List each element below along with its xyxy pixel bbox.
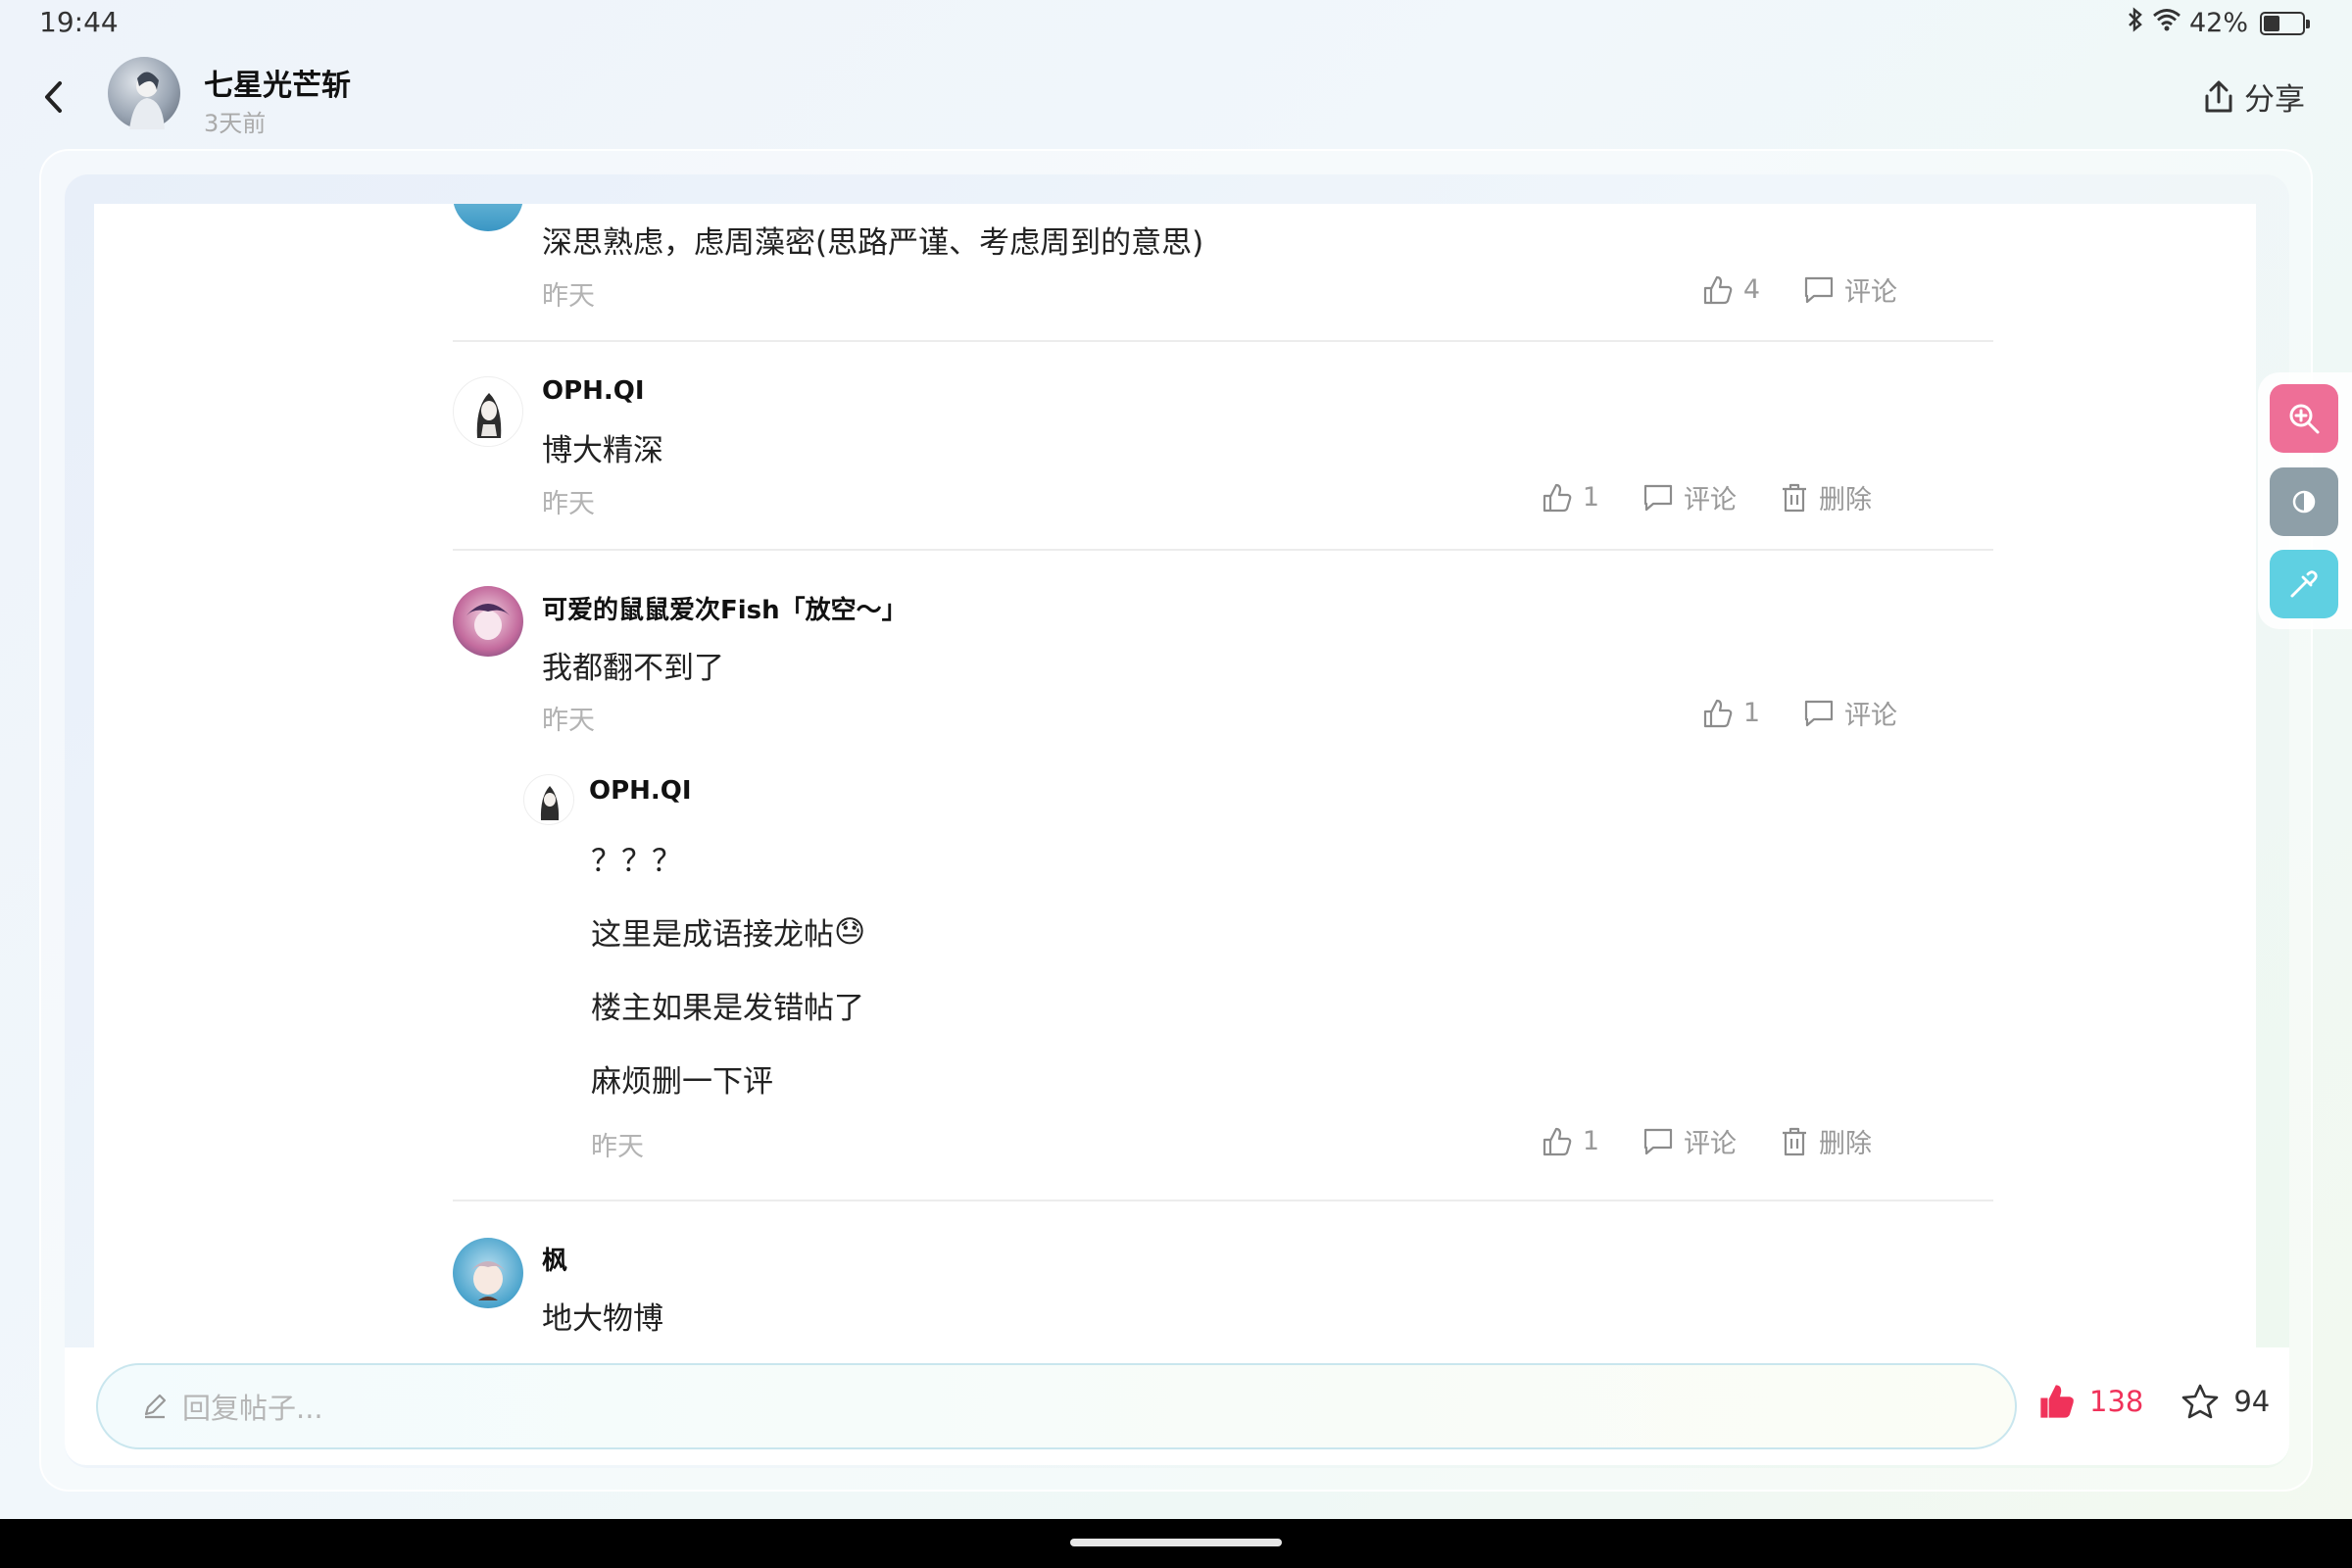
delete-button[interactable]: 删除	[1780, 1122, 1872, 1160]
reply-line: 麻烦删一下评	[591, 1064, 773, 1100]
like-count: 4	[1742, 274, 1760, 305]
share-button[interactable]: 分享	[2203, 74, 2305, 119]
comment-button[interactable]: 评论	[1642, 478, 1737, 516]
comment-button[interactable]: 评论	[1803, 270, 1897, 309]
contrast-button[interactable]	[2270, 467, 2338, 536]
comment-actions: 1 评论 删除	[1508, 478, 1872, 516]
like-button[interactable]: 1	[1542, 482, 1599, 514]
delete-button[interactable]: 删除	[1780, 478, 1872, 516]
comment-text: 深思熟虑，虑周藻密(思路严谨、考虑周到的意思)	[542, 225, 1204, 261]
author-name[interactable]: 七星光芒斩	[204, 61, 351, 104]
reply-line: 这里是成语接龙帖 😓	[591, 909, 865, 954]
comment-icon	[1643, 1128, 1673, 1154]
post-header: 七星光芒斩 3天前 分享	[0, 49, 2352, 147]
like-button[interactable]: 1	[1702, 698, 1760, 729]
status-time: 19:44	[39, 6, 119, 38]
divider	[453, 1200, 1993, 1201]
post-time: 3天前	[204, 110, 267, 137]
comment-time: 昨天	[542, 489, 595, 519]
reply-line-text: 这里是成语接龙帖	[591, 917, 834, 953]
reply-user-name[interactable]: OPH.QI	[589, 776, 692, 806]
comment-text: 地大物博	[542, 1301, 663, 1337]
author-avatar[interactable]	[108, 57, 180, 129]
zoom-button[interactable]	[2270, 384, 2338, 453]
comment-label: 评论	[1684, 485, 1737, 515]
post-like-button[interactable]: 138	[2038, 1383, 2143, 1420]
comment-actions: 1 评论	[1669, 694, 1897, 732]
like-count: 1	[1742, 698, 1760, 728]
commenter-avatar[interactable]	[453, 376, 523, 447]
reply-actions: 1 评论 删除	[1508, 1122, 1872, 1160]
color-picker-button[interactable]	[2270, 550, 2338, 618]
thumbs-up-filled-icon	[2040, 1385, 2074, 1418]
bluetooth-icon	[2127, 6, 2144, 40]
comment-label: 评论	[1684, 1129, 1737, 1159]
star-icon	[2182, 1384, 2219, 1419]
zoom-in-icon	[2289, 404, 2320, 434]
home-indicator[interactable]	[1070, 1539, 1282, 1546]
battery-percent: 42%	[2188, 8, 2248, 38]
delete-label: 删除	[1819, 485, 1872, 515]
reply-line: ？？？	[591, 844, 682, 879]
pencil-icon	[144, 1394, 167, 1419]
like-button[interactable]: 4	[1702, 274, 1760, 306]
chevron-left-icon	[45, 81, 62, 113]
share-label: 分享	[2244, 82, 2305, 118]
back-button[interactable]	[35, 71, 71, 123]
battery-icon	[2260, 11, 2310, 35]
comment-button[interactable]: 评论	[1642, 1122, 1737, 1160]
commenter-avatar[interactable]	[453, 204, 523, 231]
commenter-name[interactable]: OPH.QI	[542, 376, 645, 406]
reply-placeholder: 回复帖子...	[182, 1392, 323, 1425]
thumbs-up-icon	[1703, 275, 1733, 304]
comment-list[interactable]: 深思熟虑，虑周藻密(思路严谨、考虑周到的意思) 昨天 4 评论 OPH.QI 博…	[94, 204, 2256, 1350]
comment-icon	[1804, 276, 1834, 303]
reply-input[interactable]: 回复帖子...	[96, 1363, 2017, 1449]
comment-icon	[1804, 700, 1834, 726]
reply-bar: 回复帖子... 138 94	[65, 1348, 2289, 1465]
commenter-name[interactable]: 枫	[542, 1241, 567, 1277]
reply-line: 楼主如果是发错帖了	[591, 991, 864, 1026]
divider	[453, 340, 1993, 342]
sweat-emoji: 😓	[834, 913, 866, 950]
comment-text: 博大精深	[542, 433, 663, 468]
share-icon	[2205, 80, 2232, 112]
like-button[interactable]: 1	[1542, 1126, 1599, 1157]
post-like-count: 138	[2089, 1385, 2144, 1418]
contrast-icon	[2292, 490, 2316, 514]
divider	[453, 549, 1993, 551]
comment-text: 我都翻不到了	[542, 651, 724, 686]
status-bar: 19:44 42%	[0, 0, 2352, 49]
comment-icon	[1643, 484, 1673, 511]
post-favorite-count: 94	[2233, 1385, 2271, 1418]
eyedropper-icon	[2290, 570, 2318, 598]
trash-icon	[1783, 483, 1806, 512]
thumbs-up-icon	[1543, 1127, 1572, 1155]
trash-icon	[1783, 1127, 1806, 1155]
reply-time: 昨天	[591, 1132, 644, 1162]
comment-time: 昨天	[542, 706, 595, 736]
wifi-icon	[2152, 7, 2181, 39]
commenter-avatar[interactable]	[453, 1238, 523, 1308]
like-count: 1	[1582, 1126, 1599, 1156]
thumbs-up-icon	[1543, 483, 1572, 512]
comment-label: 评论	[1844, 277, 1897, 308]
comment-label: 评论	[1844, 701, 1897, 731]
thumbs-up-icon	[1703, 699, 1733, 727]
like-count: 1	[1582, 482, 1599, 513]
comment-time: 昨天	[542, 281, 595, 312]
delete-label: 删除	[1819, 1129, 1872, 1159]
reply-avatar[interactable]	[523, 774, 574, 825]
comment-button[interactable]: 评论	[1803, 694, 1897, 732]
commenter-avatar[interactable]	[453, 586, 523, 657]
post-stats: 138 94	[2038, 1383, 2270, 1420]
post-favorite-button[interactable]: 94	[2180, 1383, 2270, 1420]
commenter-name[interactable]: 可爱的鼠鼠爱次Fish「放空～」	[542, 590, 907, 626]
comment-actions: 4 评论	[1669, 270, 1897, 309]
status-icons: 42%	[2127, 6, 2310, 40]
